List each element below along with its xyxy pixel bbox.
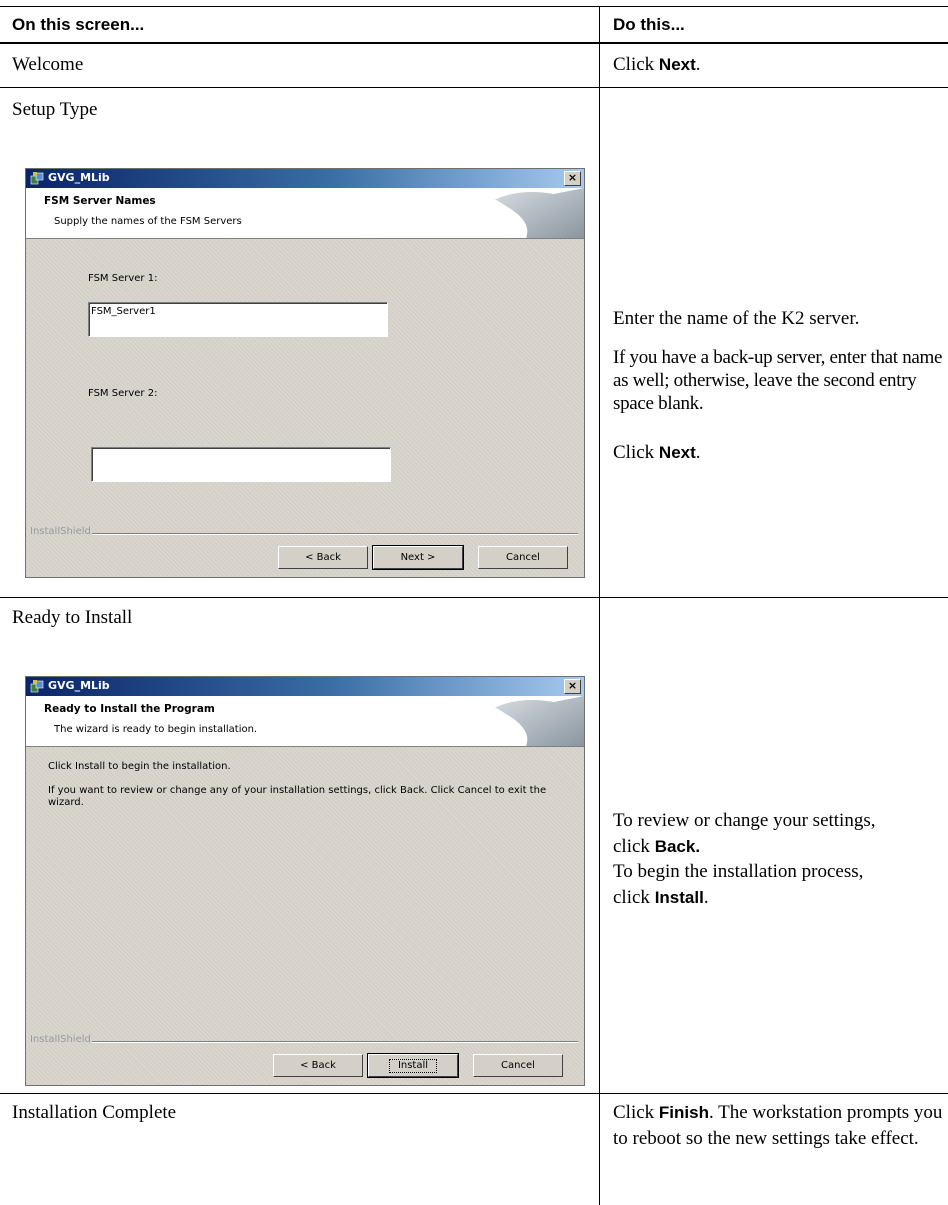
row-ready-action-line1: To review or change your settings, (613, 810, 876, 831)
ready-body-line2: If you want to review or change any of y… (48, 785, 547, 808)
back-button[interactable]: < Back (273, 1054, 363, 1077)
dialog-title: GVG_MLib (48, 679, 110, 692)
ready-to-install-dialog: GVG_MLib × Ready to Install the Program … (25, 676, 585, 1086)
row-ready-action-line2: click Back. (613, 836, 701, 857)
installshield-label: InstallShield (30, 526, 91, 537)
dialog-subheading: Supply the names of the FSM Servers (54, 216, 242, 227)
column-header-action: Do this... (613, 15, 685, 34)
cancel-button[interactable]: Cancel (473, 1054, 563, 1077)
row-welcome-action: Click Next. (613, 54, 701, 75)
table-top-rule (0, 6, 948, 7)
next-button[interactable]: Next > (372, 545, 464, 570)
fsm-server-2-label: FSM Server 2: (88, 388, 158, 399)
dialog-heading: FSM Server Names (44, 195, 156, 207)
ready-body-line1: Click Install to begin the installation. (48, 761, 231, 772)
fsm-server-names-dialog: GVG_MLib × FSM Server Names Supply the n… (25, 168, 585, 578)
dialog-banner: FSM Server Names Supply the names of the… (26, 188, 584, 239)
row-complete-action: Click Finish. The workstation prompts yo… (613, 1102, 943, 1149)
row-rule (0, 597, 948, 598)
row-ready-action-line3: To begin the installation process, (613, 861, 864, 882)
installshield-rule (92, 1041, 578, 1043)
dialog-subheading: The wizard is ready to begin installatio… (54, 724, 258, 735)
row-ready-screen: Ready to Install (12, 607, 133, 628)
row-rule (0, 87, 948, 88)
fsm-server-1-input[interactable]: FSM_Server1 (88, 302, 388, 337)
fsm-server-2-input[interactable] (91, 447, 391, 482)
dialog-banner: Ready to Install the Program The wizard … (26, 696, 584, 747)
page-curl-graphic (493, 188, 584, 238)
page-curl-graphic (493, 696, 584, 746)
column-header-screen: On this screen... (12, 15, 145, 34)
column-divider (599, 6, 600, 1205)
installshield-label: InstallShield (30, 1034, 91, 1045)
row-ready-action-line4: click Install. (613, 887, 709, 908)
dialog-title-bar: GVG_MLib × (26, 169, 584, 188)
close-icon[interactable]: × (564, 679, 581, 694)
dialog-heading: Ready to Install the Program (44, 703, 215, 715)
dialog-title: GVG_MLib (48, 171, 110, 184)
cancel-button[interactable]: Cancel (478, 546, 568, 569)
header-bottom-rule (0, 42, 948, 44)
row-setup-type-screen: Setup Type (12, 99, 98, 120)
row-setup-action-line1: Enter the name of the K2 server. (613, 308, 860, 329)
installer-icon (30, 172, 44, 185)
row-setup-action-click: Click Next. (613, 442, 701, 463)
row-setup-action-para2: If you have a back-up server, enter that… (613, 347, 943, 414)
installshield-rule (92, 533, 578, 535)
install-button[interactable]: Install (367, 1053, 459, 1078)
row-rule (0, 1093, 948, 1094)
fsm-server-1-label: FSM Server 1: (88, 273, 158, 284)
row-welcome-screen: Welcome (12, 54, 84, 75)
installer-icon (30, 680, 44, 693)
back-button[interactable]: < Back (278, 546, 368, 569)
dialog-title-bar: GVG_MLib × (26, 677, 584, 696)
row-complete-screen: Installation Complete (12, 1102, 177, 1123)
close-icon[interactable]: × (564, 171, 581, 186)
